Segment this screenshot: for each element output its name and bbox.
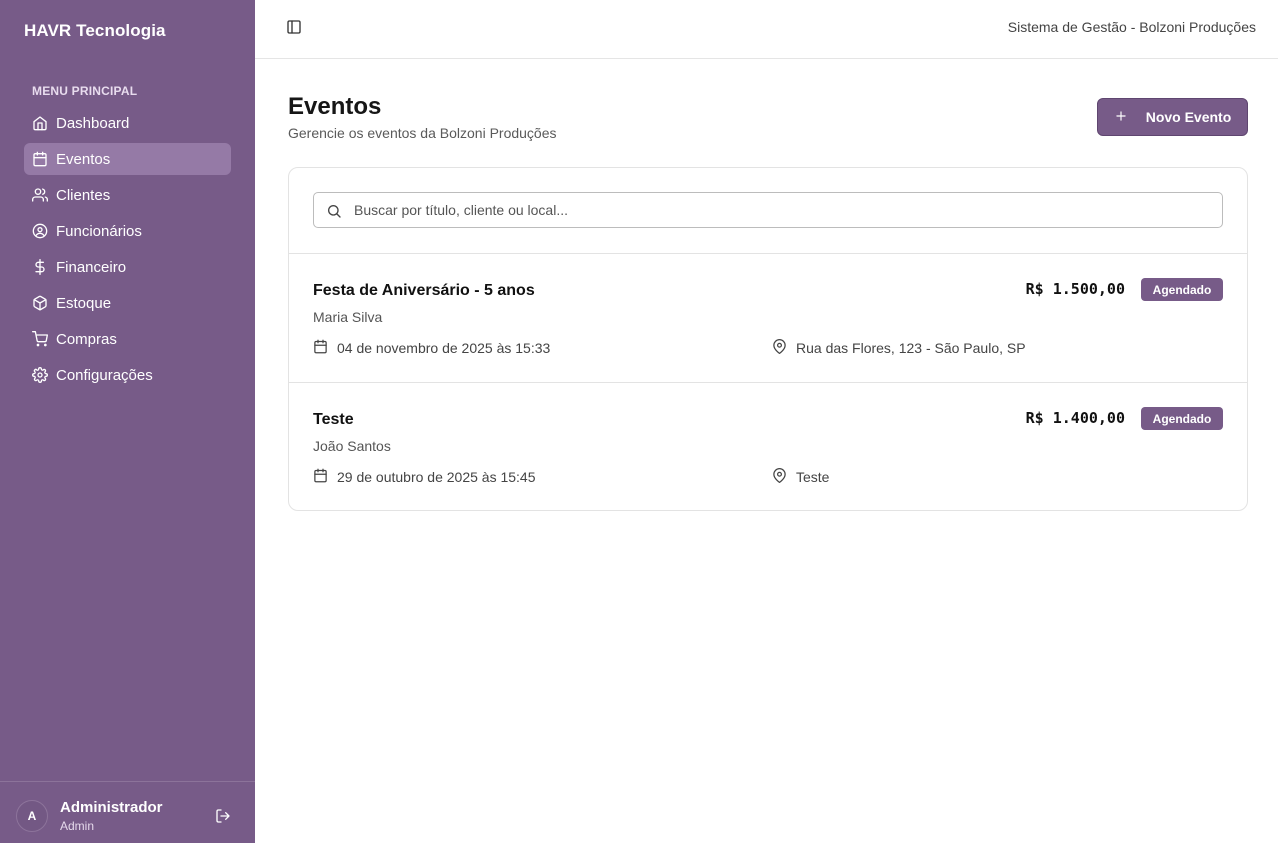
brand-name: HAVR Tecnologia <box>24 21 166 40</box>
event-price: R$ 1.500,00 <box>1025 280 1125 298</box>
event-date-text: 29 de outubro de 2025 às 15:45 <box>337 469 536 485</box>
system-title: Sistema de Gestão - Bolzoni Produções <box>1007 19 1256 35</box>
calendar-icon <box>313 468 337 486</box>
event-client: Maria Silva <box>313 309 383 325</box>
users-icon <box>32 187 48 203</box>
page-subtitle: Gerencie os eventos da Bolzoni Produções <box>288 125 557 141</box>
sidebar-item-label: Eventos <box>56 150 111 168</box>
event-row[interactable]: Teste João Santos 29 de outubro de 2025 … <box>289 382 1247 511</box>
sidebar-item-financeiro[interactable]: Financeiro <box>24 251 231 283</box>
home-icon <box>32 115 48 131</box>
status-badge: Agendado <box>1141 407 1223 430</box>
user-panel: A Administrador Admin <box>0 781 255 843</box>
event-date-text: 04 de novembro de 2025 às 15:33 <box>337 340 551 356</box>
status-badge: Agendado <box>1141 278 1223 301</box>
event-location: Teste <box>772 468 829 486</box>
sidebar-item-label: Dashboard <box>56 114 130 132</box>
avatar: A <box>16 800 48 832</box>
event-client: João Santos <box>313 438 391 454</box>
sidebar: HAVR Tecnologia MENU PRINCIPAL Dashboard… <box>0 0 255 843</box>
user-circle-icon <box>32 223 48 239</box>
sidebar-item-clientes[interactable]: Clientes <box>24 179 231 211</box>
cart-icon <box>32 331 48 347</box>
dollar-icon <box>32 259 48 275</box>
map-pin-icon <box>772 339 796 357</box>
map-pin-icon <box>772 468 796 486</box>
event-price: R$ 1.400,00 <box>1025 409 1125 427</box>
sidebar-item-label: Clientes <box>56 186 111 204</box>
sidebar-item-label: Funcionários <box>56 222 142 240</box>
event-row[interactable]: Festa de Aniversário - 5 anos Maria Silv… <box>289 253 1247 382</box>
event-location-text: Rua das Flores, 123 - São Paulo, SP <box>796 340 1026 356</box>
sidebar-item-label: Compras <box>56 330 117 348</box>
user-role: Admin <box>60 819 95 833</box>
sidebar-item-label: Financeiro <box>56 258 127 276</box>
event-date: 29 de outubro de 2025 às 15:45 <box>313 468 536 486</box>
event-title: Teste <box>313 411 354 428</box>
sidebar-item-label: Estoque <box>56 294 112 312</box>
user-name: Administrador <box>60 799 163 816</box>
search-input[interactable] <box>354 193 1214 227</box>
main-menu: Dashboard Eventos Clientes Funcionários … <box>24 107 231 395</box>
new-event-label: Novo Evento <box>1145 109 1232 125</box>
calendar-icon <box>32 151 48 167</box>
search-box <box>313 192 1223 228</box>
gear-icon <box>32 367 48 383</box>
sidebar-item-label: Configurações <box>56 366 153 384</box>
sidebar-item-estoque[interactable]: Estoque <box>24 287 231 319</box>
sidebar-item-compras[interactable]: Compras <box>24 323 231 355</box>
package-icon <box>32 295 48 311</box>
event-title: Festa de Aniversário - 5 anos <box>313 282 535 299</box>
event-date: 04 de novembro de 2025 às 15:33 <box>313 339 550 357</box>
calendar-icon <box>313 339 337 357</box>
sidebar-item-dashboard[interactable]: Dashboard <box>24 107 231 139</box>
event-location-text: Teste <box>796 469 830 485</box>
sidebar-item-funcionarios[interactable]: Funcionários <box>24 215 231 247</box>
sidebar-toggle-icon[interactable] <box>286 19 302 35</box>
top-bar: Sistema de Gestão - Bolzoni Produções <box>255 0 1278 59</box>
new-event-button[interactable]: Novo Evento <box>1097 98 1248 136</box>
page-title: Eventos <box>288 93 382 120</box>
menu-heading: MENU PRINCIPAL <box>32 84 138 98</box>
plus-icon <box>1114 109 1146 126</box>
logout-icon[interactable] <box>215 808 231 824</box>
sidebar-item-configuracoes[interactable]: Configurações <box>24 359 231 391</box>
search-icon <box>326 203 342 219</box>
sidebar-item-eventos[interactable]: Eventos <box>24 143 231 175</box>
events-card: Festa de Aniversário - 5 anos Maria Silv… <box>288 167 1248 511</box>
event-location: Rua das Flores, 123 - São Paulo, SP <box>772 339 1026 357</box>
